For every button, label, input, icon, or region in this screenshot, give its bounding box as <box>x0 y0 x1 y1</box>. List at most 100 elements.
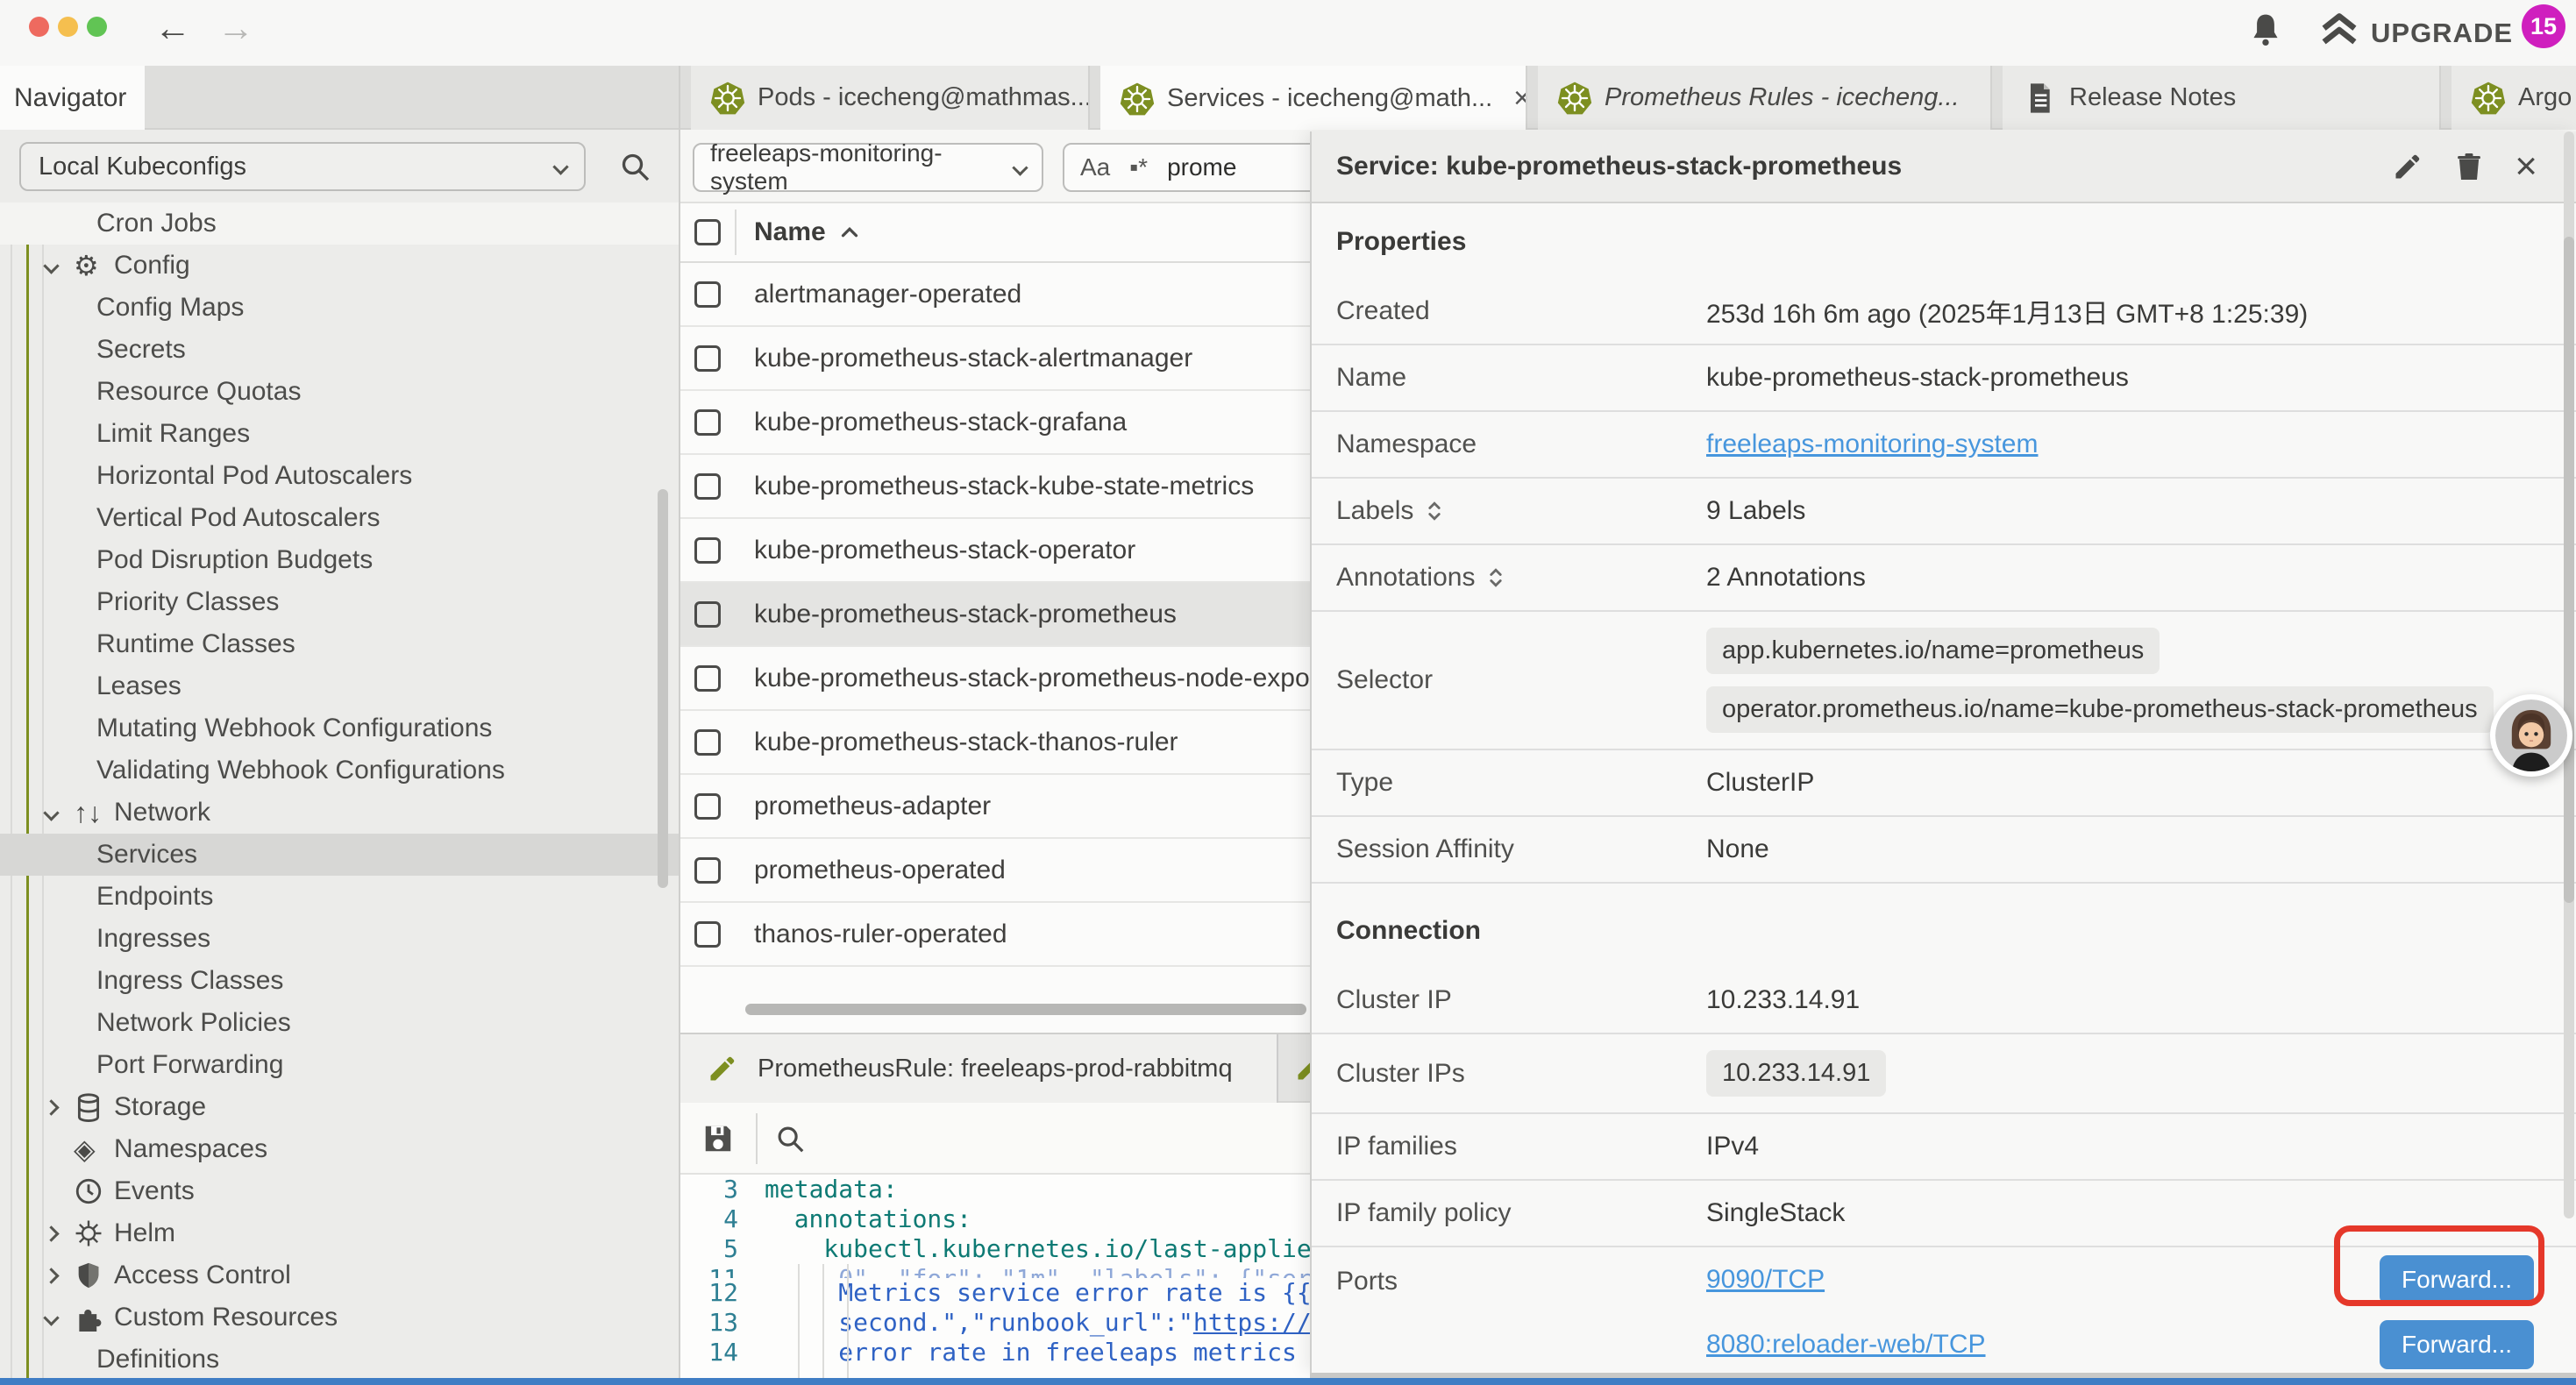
panel-title: Service: kube-prometheus-stack-prometheu… <box>1336 152 1902 181</box>
bell-icon[interactable] <box>2246 11 2285 50</box>
chevron-down-icon[interactable] <box>43 258 59 273</box>
sort-updown-icon[interactable] <box>1422 499 1447 523</box>
sidebar-item-config[interactable]: ⚙Config <box>0 245 679 287</box>
forward-arrow-icon[interactable]: → <box>217 7 254 49</box>
row-checkbox[interactable] <box>694 537 721 564</box>
namespace-link[interactable]: freeleaps-monitoring-system <box>1706 430 2038 459</box>
regex-toggle[interactable]: ▪* <box>1129 153 1148 181</box>
detail-row-value: kube-prometheus-stack-prometheus <box>1706 363 2129 393</box>
row-checkbox[interactable] <box>694 345 721 372</box>
namespace-filter-select[interactable]: freeleaps-monitoring-system <box>693 143 1043 192</box>
search-icon[interactable] <box>773 1122 807 1155</box>
kubeconfig-selector[interactable]: Local Kubeconfigs <box>19 142 586 191</box>
sidebar-item-ingress-classes[interactable]: Ingress Classes <box>0 960 679 1002</box>
upgrade-label[interactable]: UPGRADE <box>2371 18 2513 49</box>
sidebar-item-storage[interactable]: Storage <box>0 1086 679 1128</box>
sidebar-item-priority-classes[interactable]: Priority Classes <box>0 581 679 623</box>
sidebar-item-limit-ranges[interactable]: Limit Ranges <box>0 413 679 455</box>
sidebar-item-access-control[interactable]: Access Control <box>0 1254 679 1296</box>
row-checkbox[interactable] <box>694 729 721 756</box>
table-search-input[interactable]: Aa ▪* prome <box>1063 143 1343 192</box>
editor-tab[interactable]: Argo Se <box>2451 66 2576 130</box>
save-icon[interactable] <box>701 1122 735 1155</box>
editor-tab[interactable]: Release Notes <box>2003 66 2441 130</box>
port-link[interactable]: 8080:reloader-web/TCP <box>1706 1330 1986 1360</box>
name-column-header[interactable]: Name <box>754 217 826 247</box>
resource-tree: Cron Jobs⚙ConfigConfig MapsSecretsResour… <box>0 202 679 1378</box>
sidebar-item-validating-webhook-configurations[interactable]: Validating Webhook Configurations <box>0 749 679 792</box>
detail-row-value: SingleStack <box>1706 1198 1845 1228</box>
code-text: second.","runbook_url":"https://net <box>765 1308 1356 1338</box>
sidebar-item-pod-disruption-budgets[interactable]: Pod Disruption Budgets <box>0 539 679 581</box>
editor-tab[interactable]: Pods - icecheng@mathmas... <box>691 66 1090 130</box>
tab-navigator[interactable]: Navigator <box>0 66 145 130</box>
sidebar-item-namespaces[interactable]: ◈Namespaces <box>0 1128 679 1170</box>
upgrade-icon[interactable] <box>2320 11 2359 50</box>
forward-button[interactable]: Forward... <box>2380 1320 2534 1369</box>
sidebar-item-custom-resources[interactable]: Custom Resources <box>0 1296 679 1339</box>
select-all-checkbox[interactable] <box>694 219 721 245</box>
sidebar-item-definitions[interactable]: Definitions <box>0 1339 679 1378</box>
sidebar-item-cron-jobs[interactable]: Cron Jobs <box>0 202 679 245</box>
edit-pencil-icon[interactable] <box>2392 151 2423 182</box>
row-checkbox[interactable] <box>694 281 721 308</box>
search-icon[interactable] <box>617 149 652 184</box>
sidebar-item-network[interactable]: ↑↓Network <box>0 792 679 834</box>
sidebar-item-horizontal-pod-autoscalers[interactable]: Horizontal Pod Autoscalers <box>0 455 679 497</box>
close-traffic-light[interactable] <box>29 17 49 37</box>
sidebar-item-label: Network Policies <box>96 1008 291 1038</box>
match-case-toggle[interactable]: Aa <box>1080 153 1110 181</box>
chevron-down-icon[interactable] <box>43 1310 59 1325</box>
row-checkbox[interactable] <box>694 665 721 692</box>
detail-row-value: 9 Labels <box>1706 496 1805 526</box>
sidebar-item-runtime-classes[interactable]: Runtime Classes <box>0 623 679 665</box>
sidebar-item-label: Network <box>114 798 210 827</box>
row-checkbox[interactable] <box>694 921 721 948</box>
sort-updown-icon[interactable] <box>1484 565 1508 590</box>
panel-scrollbar[interactable] <box>2564 131 2574 1218</box>
sidebar-item-ingresses[interactable]: Ingresses <box>0 918 679 960</box>
sidebar-item-network-policies[interactable]: Network Policies <box>0 1002 679 1044</box>
notification-badge[interactable]: 15 <box>2522 4 2565 48</box>
minimize-traffic-light[interactable] <box>58 17 78 37</box>
sidebar-item-endpoints[interactable]: Endpoints <box>0 876 679 918</box>
sidebar-item-helm[interactable]: Helm <box>0 1212 679 1254</box>
sidebar-item-services[interactable]: Services <box>0 834 679 876</box>
sidebar-item-vertical-pod-autoscalers[interactable]: Vertical Pod Autoscalers <box>0 497 679 539</box>
maximize-traffic-light[interactable] <box>87 17 107 37</box>
port-link[interactable]: 9090/TCP <box>1706 1265 1825 1295</box>
table-horizontal-scrollbar[interactable] <box>745 1004 1306 1015</box>
sidebar-item-port-forwarding[interactable]: Port Forwarding <box>0 1044 679 1086</box>
row-checkbox[interactable] <box>694 473 721 500</box>
dock-tab-prometheusrule[interactable]: PrometheusRule: freeleaps-prod-rabbitmq <box>680 1034 1278 1103</box>
row-checkbox[interactable] <box>694 857 721 884</box>
forward-button[interactable]: Forward... <box>2380 1255 2534 1304</box>
row-checkbox[interactable] <box>694 409 721 436</box>
sidebar-item-config-maps[interactable]: Config Maps <box>0 287 679 329</box>
port-entry: 9090/TCP Forward... <box>1706 1247 2576 1312</box>
editor-tab[interactable]: Services - icecheng@math... × <box>1100 66 1527 131</box>
sort-ascending-icon[interactable] <box>836 219 863 245</box>
assistant-avatar[interactable] <box>2490 694 2572 777</box>
k8s-icon <box>710 81 745 116</box>
chevron-right-icon[interactable] <box>43 1099 59 1115</box>
back-arrow-icon[interactable]: ← <box>154 7 191 49</box>
trash-icon[interactable] <box>2453 151 2485 182</box>
row-checkbox[interactable] <box>694 793 721 820</box>
sidebar-item-events[interactable]: Events <box>0 1170 679 1212</box>
close-icon[interactable]: × <box>1513 82 1527 116</box>
sidebar-item-leases[interactable]: Leases <box>0 665 679 707</box>
sidebar-item-mutating-webhook-configurations[interactable]: Mutating Webhook Configurations <box>0 707 679 749</box>
sidebar-item-secrets[interactable]: Secrets <box>0 329 679 371</box>
gear-icon: ⚙ <box>74 251 103 281</box>
sidebar-scrollbar[interactable] <box>658 489 668 888</box>
chevron-right-icon[interactable] <box>43 1268 59 1283</box>
sidebar-item-resource-quotas[interactable]: Resource Quotas <box>0 371 679 413</box>
close-icon[interactable]: × <box>2515 151 2537 182</box>
editor-tab[interactable]: Prometheus Rules - icecheng... <box>1538 66 1992 130</box>
editor-tab-label: Services - icecheng@math... <box>1167 84 1492 113</box>
sidebar-item-label: Storage <box>114 1092 206 1122</box>
row-checkbox[interactable] <box>694 601 721 628</box>
chevron-down-icon[interactable] <box>43 805 59 820</box>
chevron-right-icon[interactable] <box>43 1225 59 1241</box>
